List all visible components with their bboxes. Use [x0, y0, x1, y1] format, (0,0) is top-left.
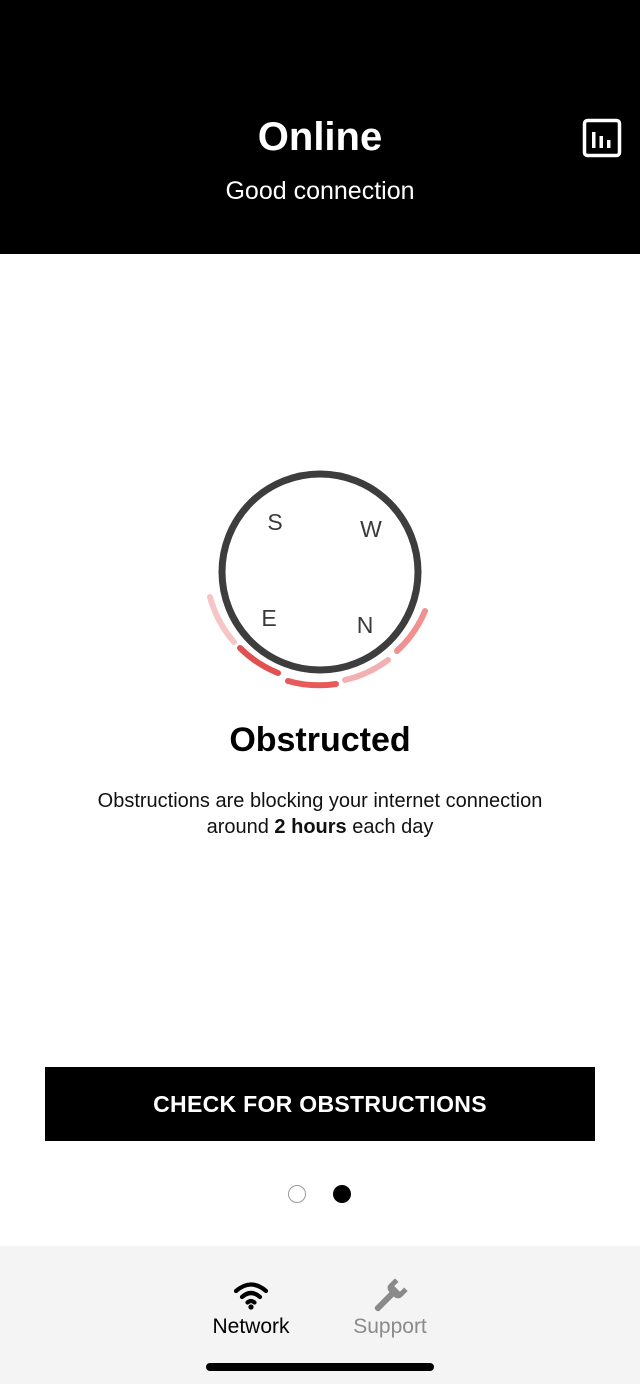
- page-indicator-dot-1[interactable]: [288, 1185, 306, 1203]
- connection-status-subtitle: Good connection: [225, 177, 415, 205]
- page-indicator-dot-2-active[interactable]: [333, 1185, 351, 1203]
- obstruction-segment: [285, 678, 339, 689]
- direction-label-s: S: [267, 509, 283, 535]
- description-line-1: Obstructions are blocking your internet …: [97, 790, 543, 812]
- check-obstructions-button[interactable]: CHECK FOR OBSTRUCTIONS: [45, 1067, 595, 1141]
- wifi-icon: [231, 1276, 271, 1316]
- compass-ring: [218, 470, 422, 674]
- home-indicator[interactable]: [206, 1363, 434, 1371]
- description-line-2: around 2 hours each day: [40, 814, 600, 840]
- description-suffix: each day: [346, 816, 434, 838]
- obstruction-status-title: Obstructed: [229, 721, 411, 759]
- description-prefix: around: [206, 816, 275, 838]
- connection-status-title: Online: [257, 115, 383, 159]
- status-header: Online Good connection: [0, 0, 640, 254]
- direction-label-w: W: [360, 516, 382, 542]
- compass-graphic: [207, 470, 428, 689]
- statistics-button[interactable]: [582, 118, 622, 158]
- direction-label-e: E: [261, 605, 277, 631]
- direction-label-n: N: [356, 612, 374, 638]
- tab-network[interactable]: Network: [181, 1246, 321, 1346]
- tab-support-label: Support: [353, 1315, 427, 1338]
- wrench-icon: [370, 1276, 410, 1316]
- tab-network-label: Network: [212, 1315, 290, 1338]
- obstruction-duration: 2 hours: [274, 816, 347, 838]
- app-screen: Online Good connection S W E N Obstructe…: [0, 0, 640, 1384]
- obstruction-compass: S W E N: [200, 460, 440, 700]
- obstruction-description: Obstructions are blocking your internet …: [40, 788, 600, 840]
- bar-chart-icon: [582, 118, 622, 158]
- tab-support[interactable]: Support: [320, 1246, 460, 1346]
